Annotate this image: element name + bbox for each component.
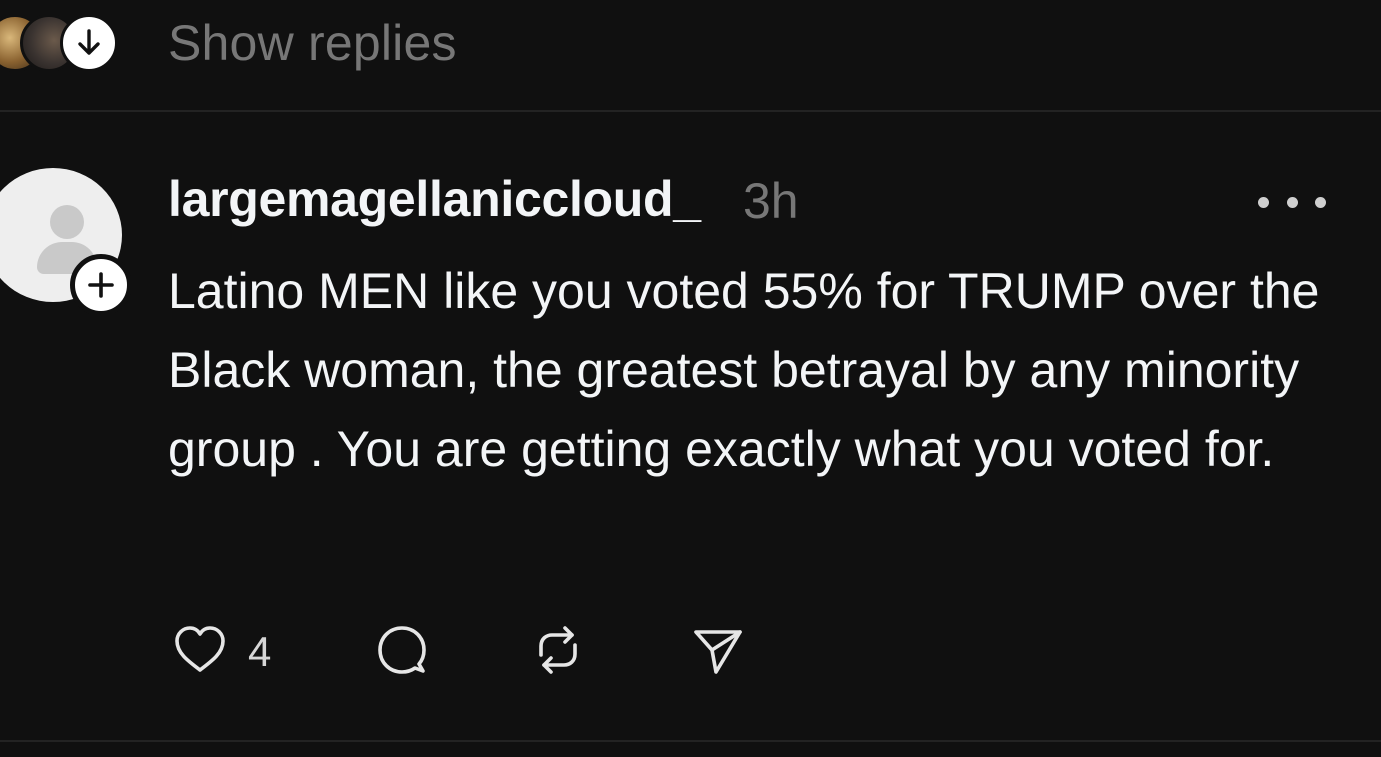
like-button[interactable]: 4 bbox=[172, 622, 271, 682]
username[interactable]: largemagellaniccloud_ bbox=[168, 170, 701, 228]
heart-icon bbox=[172, 624, 228, 681]
share-button[interactable] bbox=[690, 622, 746, 682]
repost-button[interactable] bbox=[530, 622, 586, 682]
comment-icon bbox=[374, 622, 430, 683]
like-count: 4 bbox=[248, 628, 272, 675]
reply-button[interactable] bbox=[374, 622, 430, 682]
show-replies-link[interactable]: Show replies bbox=[168, 14, 457, 72]
arrow-down-icon[interactable] bbox=[60, 14, 118, 72]
more-icon[interactable] bbox=[1258, 186, 1326, 218]
threads-page: Show replies largemagellaniccloud_ 3h La… bbox=[0, 0, 1381, 757]
replier-avatars bbox=[0, 14, 126, 74]
repost-icon bbox=[530, 622, 586, 683]
post-timestamp: 3h bbox=[743, 173, 799, 229]
post-text: Latino MEN like you voted 55% for TRUMP … bbox=[168, 263, 1320, 477]
show-replies-row[interactable]: Show replies bbox=[0, 0, 1381, 112]
plus-icon[interactable] bbox=[70, 254, 132, 316]
divider bbox=[0, 740, 1381, 742]
send-icon bbox=[690, 622, 746, 683]
